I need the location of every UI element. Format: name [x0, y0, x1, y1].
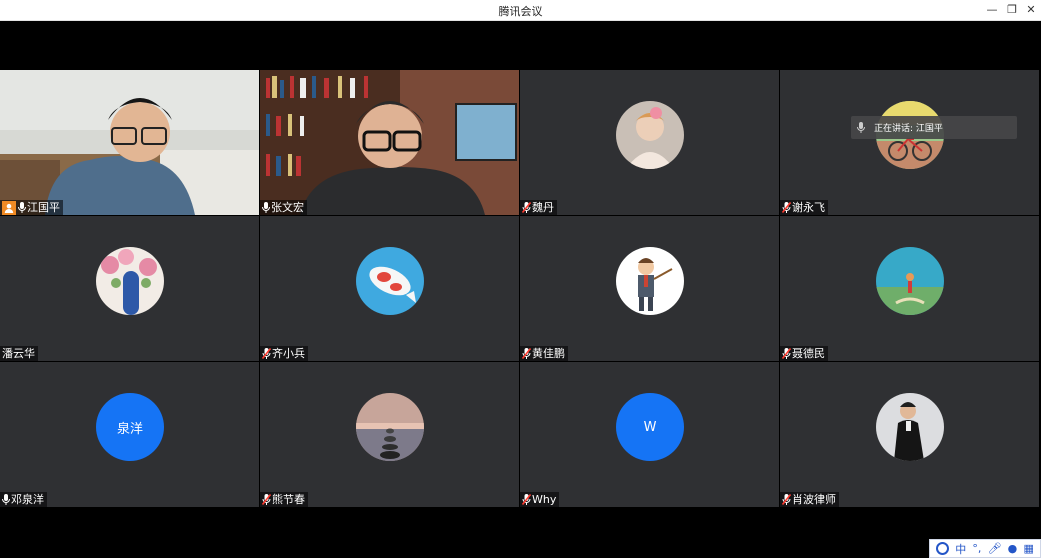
- mic-muted-icon: [522, 348, 531, 359]
- participant-name: 潘云华: [2, 347, 35, 360]
- name-tag: 张文宏: [260, 200, 307, 215]
- participant-name: 黄佳鹏: [532, 347, 565, 360]
- mic-muted-icon: [262, 348, 271, 359]
- host-badge-icon: [2, 200, 16, 215]
- voice-input-icon[interactable]: 🎤︎: [988, 542, 1002, 555]
- close-button[interactable]: ✕: [1023, 2, 1039, 18]
- name-tag: 魏丹: [520, 200, 557, 215]
- mic-muted-icon: [522, 494, 531, 505]
- name-tag: 江国平: [0, 200, 63, 215]
- participant-name: 聂德民: [792, 347, 825, 360]
- participant-name: 齐小兵: [272, 347, 305, 360]
- microphone-icon: [262, 202, 270, 213]
- title-bar: 腾讯会议 — ❐ ✕: [0, 0, 1041, 21]
- participant-tile[interactable]: 谢永飞: [780, 70, 1039, 215]
- name-tag: 熊节春: [260, 492, 308, 507]
- minimize-button[interactable]: —: [984, 2, 1000, 18]
- mic-muted-icon: [782, 202, 791, 213]
- name-tag: 聂德民: [780, 346, 828, 361]
- window-title: 腾讯会议: [498, 5, 543, 18]
- participant-tile[interactable]: 黄佳鹏: [520, 216, 779, 361]
- mic-muted-icon: [522, 202, 531, 213]
- participant-name: 熊节春: [272, 493, 305, 506]
- participant-tile[interactable]: 泉洋邓泉洋: [0, 362, 259, 507]
- participant-tile[interactable]: 肖波律师: [780, 362, 1039, 507]
- mic-muted-icon: [262, 494, 271, 505]
- avatar: [616, 101, 684, 169]
- video-feed: [260, 70, 519, 215]
- ime-logo-icon[interactable]: [936, 542, 950, 555]
- participant-tile[interactable]: 魏丹: [520, 70, 779, 215]
- participant-name: 邓泉洋: [11, 493, 44, 506]
- name-tag: 黄佳鹏: [520, 346, 568, 361]
- microphone-icon: [857, 122, 865, 133]
- avatar: [616, 247, 684, 315]
- participant-tile[interactable]: 熊节春: [260, 362, 519, 507]
- participant-name: 肖波律师: [792, 493, 836, 506]
- participant-tile[interactable]: W Why: [520, 362, 779, 507]
- grid-menu-icon[interactable]: ▦: [1023, 542, 1033, 555]
- microphone-icon: [2, 494, 10, 505]
- avatar: [96, 247, 164, 315]
- participant-name: 江国平: [27, 201, 60, 214]
- participant-tile[interactable]: 江国平: [0, 70, 259, 215]
- participant-name: 谢永飞: [792, 201, 825, 214]
- name-tag: 潘云华: [0, 346, 38, 361]
- name-tag: 谢永飞: [780, 200, 828, 215]
- avatar: 泉洋: [96, 393, 164, 461]
- participant-name: 张文宏: [271, 201, 304, 214]
- avatar: [356, 393, 424, 461]
- participant-name: Why: [532, 493, 557, 506]
- participant-tile[interactable]: 聂德民: [780, 216, 1039, 361]
- microphone-icon: [18, 202, 26, 213]
- name-tag: Why: [520, 492, 560, 507]
- participant-name: 魏丹: [532, 201, 554, 214]
- avatar: [876, 247, 944, 315]
- restore-button[interactable]: ❐: [1004, 2, 1020, 18]
- mic-muted-icon: [782, 348, 791, 359]
- name-tag: 邓泉洋: [0, 492, 47, 507]
- avatar: [356, 247, 424, 315]
- ime-lang-toggle[interactable]: 中: [955, 541, 966, 557]
- user-icon[interactable]: ●: [1008, 542, 1018, 555]
- video-feed: [0, 70, 259, 215]
- speaking-indicator: 正在讲话: 江国平: [851, 116, 1017, 139]
- participant-tile[interactable]: 齐小兵: [260, 216, 519, 361]
- speaking-label: 正在讲话: 江国平: [874, 124, 943, 134]
- mic-muted-icon: [782, 494, 791, 505]
- punctuation-icon[interactable]: °,: [972, 542, 981, 555]
- name-tag: 齐小兵: [260, 346, 308, 361]
- name-tag: 肖波律师: [780, 492, 839, 507]
- ime-toolbar[interactable]: 中 °, 🎤︎ ● ▦: [929, 539, 1041, 558]
- participant-tile[interactable]: 张文宏: [260, 70, 519, 215]
- avatar: W: [616, 393, 684, 461]
- avatar: [876, 393, 944, 461]
- participant-tile[interactable]: 潘云华: [0, 216, 259, 361]
